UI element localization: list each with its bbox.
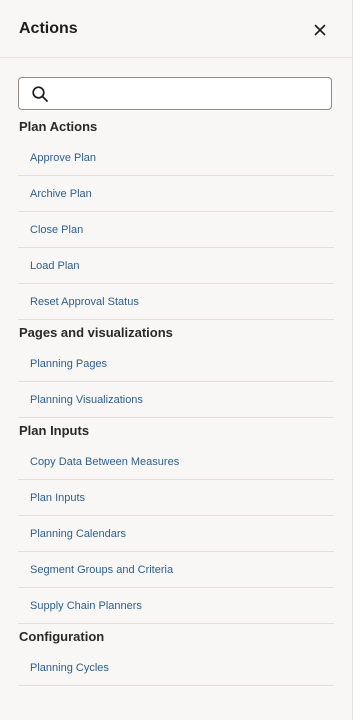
action-item[interactable]: Reset Approval Status (18, 284, 334, 320)
action-item[interactable]: Plan Inputs (18, 480, 334, 516)
close-icon (314, 24, 326, 36)
section-title: Plan Inputs (19, 423, 90, 438)
action-item[interactable]: Planning Cycles (18, 650, 334, 686)
action-item[interactable]: Planning Calendars (18, 516, 334, 552)
search-field[interactable] (18, 77, 332, 110)
panel-header: Actions (0, 0, 352, 58)
actions-panel: Actions Plan Actions Approve Plan Archive … (0, 0, 352, 720)
action-item[interactable]: Archive Plan (18, 176, 334, 212)
close-button[interactable] (308, 18, 332, 42)
section-title: Plan Actions (19, 119, 98, 134)
action-item[interactable]: Supply Chain Planners (18, 588, 334, 624)
actions-list: Plan Actions Approve Plan Archive Plan Clos… (0, 114, 352, 686)
section-title: Pages and visualizations (19, 325, 173, 340)
search-icon (32, 86, 48, 102)
section-title: Configuration (19, 629, 105, 644)
panel-title: Actions (19, 20, 78, 37)
action-item[interactable]: Approve Plan (18, 140, 334, 176)
action-item[interactable]: Planning Pages (18, 346, 334, 382)
scrollbar[interactable] (352, 0, 360, 720)
action-item[interactable]: Segment Groups and Criteria (18, 552, 334, 588)
action-item[interactable]: Planning Visualizations (18, 382, 334, 418)
action-item[interactable]: Copy Data Between Measures (18, 444, 334, 480)
search-input[interactable] (57, 78, 327, 109)
action-item[interactable]: Close Plan (18, 212, 334, 248)
action-item[interactable]: Load Plan (18, 248, 334, 284)
